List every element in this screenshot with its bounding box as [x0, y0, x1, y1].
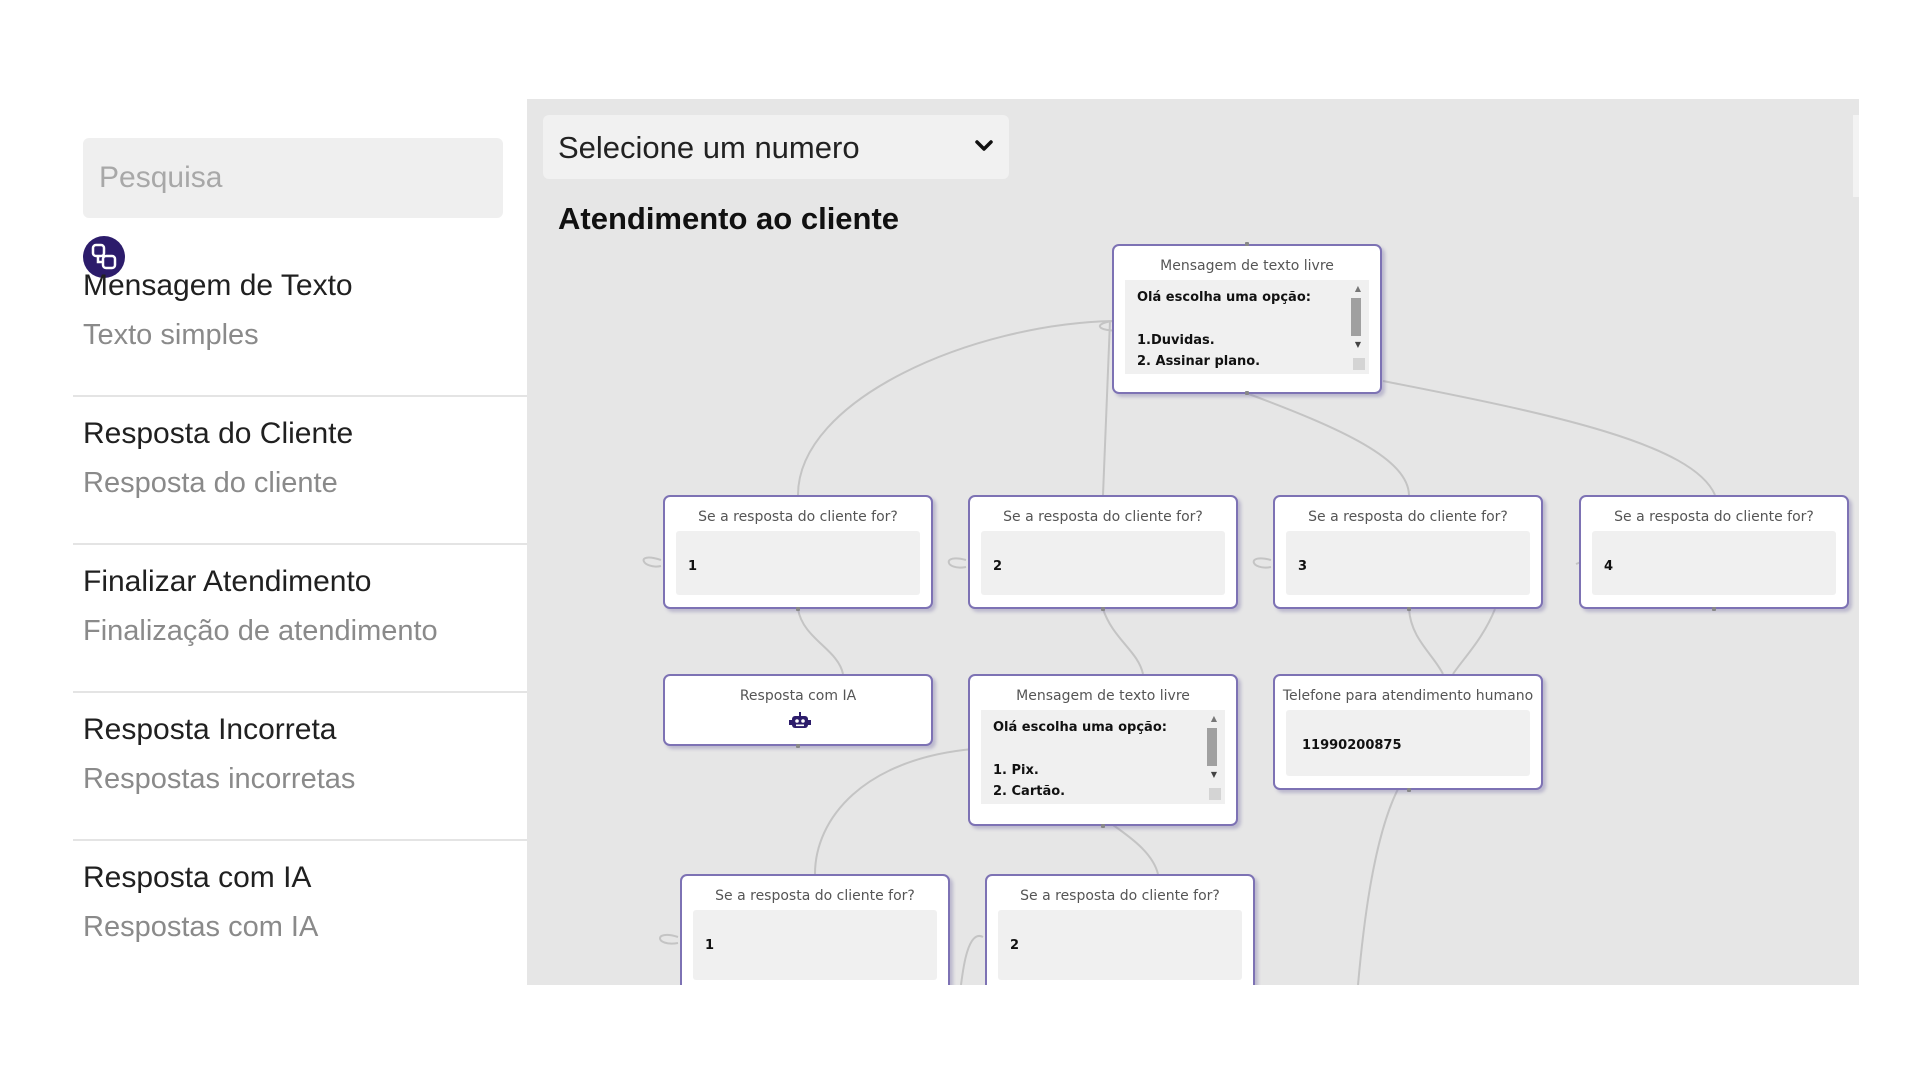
response-value: 3	[1298, 559, 1308, 574]
phone-field[interactable]: 11990200875	[1286, 710, 1530, 776]
edge	[947, 557, 967, 569]
edge	[797, 608, 844, 675]
connection-port[interactable]	[796, 744, 800, 748]
connection-port[interactable]	[1101, 824, 1105, 828]
edge	[1382, 380, 1716, 496]
scroll-down-icon[interactable]: ▼	[1355, 340, 1361, 349]
message-line: 1.Duvidas.	[1137, 333, 1215, 348]
scrollbar-thumb[interactable]	[1351, 298, 1361, 336]
scroll-up-icon[interactable]: ▲	[1355, 284, 1361, 293]
edge	[797, 320, 1114, 496]
edge	[642, 556, 662, 568]
response-value: 4	[1604, 559, 1614, 574]
ai-response-node[interactable]: Resposta com IA	[663, 674, 933, 746]
response-value: 2	[1010, 938, 1020, 953]
connection-port[interactable]	[1407, 788, 1411, 792]
client-response-node[interactable]: Se a resposta do cliente for? 3	[1273, 495, 1543, 609]
edge	[1112, 824, 1159, 875]
connection-port[interactable]	[1101, 607, 1105, 611]
robot-icon	[789, 712, 811, 735]
human-phone-node[interactable]: Telefone para atendimento humano 1199020…	[1273, 674, 1543, 790]
flow-canvas[interactable]: Mensagem de texto livre Olá escolha uma …	[73, 99, 1859, 985]
connection-port[interactable]	[796, 607, 800, 611]
response-value-field[interactable]: 4	[1592, 531, 1836, 595]
edge	[1102, 320, 1111, 496]
response-value-field[interactable]: 1	[676, 531, 920, 595]
message-textarea[interactable]: Olá escolha uma opção: 1. Pix. 2. Cartão…	[981, 710, 1225, 804]
resize-handle[interactable]	[1353, 358, 1365, 370]
client-response-node[interactable]: Se a resposta do cliente for? 1	[663, 495, 933, 609]
edge	[1245, 392, 1410, 496]
node-title: Telefone para atendimento humano	[1282, 688, 1534, 704]
scrollbar-thumb[interactable]	[1207, 728, 1217, 766]
node-title: Mensagem de texto livre	[1160, 258, 1334, 274]
node-title: Se a resposta do cliente for?	[1614, 509, 1814, 525]
node-title: Mensagem de texto livre	[1016, 688, 1190, 704]
message-textarea[interactable]: Olá escolha uma opção: 1.Duvidas. 2. Ass…	[1125, 280, 1369, 374]
node-title: Se a resposta do cliente for?	[715, 888, 915, 904]
node-title: Resposta com IA	[739, 688, 857, 704]
flow-editor: Mensagem de Texto Texto simples Resposta…	[73, 99, 1859, 985]
message-line: Olá escolha uma opção:	[993, 720, 1167, 735]
connection-port[interactable]	[1245, 242, 1249, 246]
client-response-node[interactable]: Se a resposta do cliente for? 4	[1579, 495, 1849, 609]
message-node[interactable]: Mensagem de texto livre Olá escolha uma …	[968, 674, 1238, 826]
node-title: Se a resposta do cliente for?	[1003, 509, 1203, 525]
message-line: Olá escolha uma opção:	[1137, 290, 1311, 305]
message-line: 2. Assinar plano.	[1137, 354, 1261, 369]
edge	[814, 748, 974, 875]
connection-port[interactable]	[1245, 391, 1249, 395]
message-line: 1. Pix.	[993, 763, 1039, 778]
scroll-down-icon[interactable]: ▼	[1211, 770, 1217, 779]
phone-value: 11990200875	[1302, 738, 1402, 753]
client-response-node[interactable]: Se a resposta do cliente for? 2	[985, 874, 1255, 985]
edge	[1452, 608, 1496, 675]
scroll-up-icon[interactable]: ▲	[1211, 714, 1217, 723]
edge	[1357, 788, 1399, 985]
client-response-node[interactable]: Se a resposta do cliente for? 1	[680, 874, 950, 985]
response-value-field[interactable]: 2	[981, 531, 1225, 595]
edge	[1102, 608, 1144, 675]
edge	[960, 935, 984, 985]
edge	[659, 933, 679, 945]
response-value: 1	[705, 938, 715, 953]
client-response-node[interactable]: Se a resposta do cliente for? 2	[968, 495, 1238, 609]
edge	[1252, 557, 1272, 569]
connection-port[interactable]	[1712, 607, 1716, 611]
response-value-field[interactable]: 1	[693, 910, 937, 980]
response-value-field[interactable]: 3	[1286, 531, 1530, 595]
response-value: 1	[688, 559, 698, 574]
resize-handle[interactable]	[1209, 788, 1221, 800]
connection-port[interactable]	[1407, 607, 1411, 611]
node-title: Se a resposta do cliente for?	[698, 509, 898, 525]
edge	[1408, 608, 1444, 675]
node-title: Se a resposta do cliente for?	[1308, 509, 1508, 525]
message-line: 2. Cartão.	[993, 784, 1066, 799]
message-node[interactable]: Mensagem de texto livre Olá escolha uma …	[1112, 244, 1382, 394]
response-value-field[interactable]: 2	[998, 910, 1242, 980]
node-title: Se a resposta do cliente for?	[1020, 888, 1220, 904]
response-value: 2	[993, 559, 1003, 574]
